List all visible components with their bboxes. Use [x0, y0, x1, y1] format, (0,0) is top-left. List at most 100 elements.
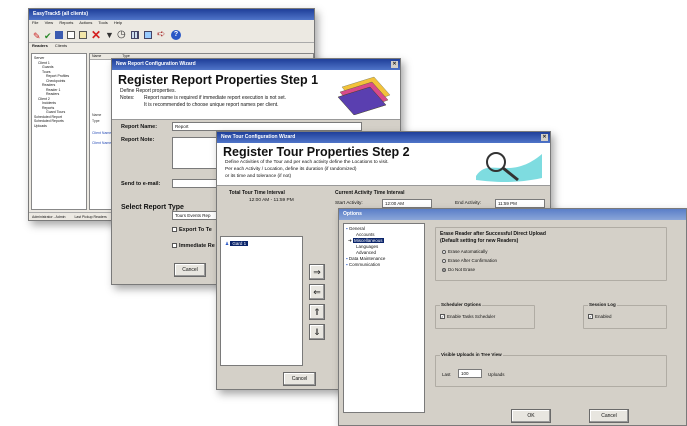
- radio-circle[interactable]: [442, 258, 446, 263]
- erase-subtitle: (Default setting for new Readers): [440, 238, 519, 244]
- label-client: Client Name: [92, 141, 112, 145]
- immediate-checkbox[interactable]: Immediate Re: [172, 243, 215, 249]
- main-toolbar: ✎ ✔ ✕ ▼ ◷ ➪ ?: [29, 27, 314, 43]
- close-icon[interactable]: ✕: [391, 61, 398, 68]
- main-menu-bar: File View Reports Actions Tools Help: [29, 20, 314, 27]
- arrow-icon[interactable]: ➪: [157, 29, 165, 40]
- report-name-input[interactable]: Report: [172, 122, 362, 131]
- last-label: Last: [442, 372, 451, 377]
- export-checkbox[interactable]: Export To Te: [172, 227, 212, 233]
- move-right-button[interactable]: ⇒: [309, 264, 325, 280]
- folder-icon: ▪: [346, 256, 348, 261]
- edit-icon[interactable]: ✔: [44, 31, 52, 42]
- wizard2-heading: Register Tour Properties Step 2: [223, 145, 410, 159]
- current-interval-label: Current Activity Time Interval: [335, 190, 405, 196]
- main-tabs: Readers Clients: [29, 43, 314, 51]
- start-activity-input[interactable]: 12:00 AM: [382, 199, 432, 208]
- send-email-label: Send to e-mail:: [121, 181, 161, 187]
- tree-item[interactable]: Uploads: [34, 124, 84, 129]
- wizard1-header: Register Report Properties Step 1 Define…: [112, 70, 400, 120]
- export-check-box[interactable]: [172, 227, 177, 233]
- wizard2-desc2: Per each Activity / Location, define its…: [225, 167, 357, 172]
- options-title-bar: Options: [339, 209, 686, 220]
- visible-uploads-group: Visible Uploads in Tree View Last 100 Up…: [435, 352, 667, 387]
- delete-icon[interactable]: ✕: [91, 28, 101, 42]
- send-email-input[interactable]: [172, 179, 222, 188]
- arrow-up-icon: ⇑: [313, 307, 321, 317]
- label-type: Type: [92, 119, 100, 123]
- window-icon[interactable]: [144, 31, 152, 39]
- radio-circle[interactable]: [442, 249, 446, 254]
- uploads-label: Uploads: [488, 372, 505, 377]
- close-icon[interactable]: ✕: [541, 134, 548, 141]
- wizard1-cancel-button[interactable]: Cancel: [174, 263, 206, 277]
- check-box[interactable]: ✓: [440, 314, 445, 320]
- clock-icon[interactable]: ◷: [117, 29, 126, 40]
- options-cancel-button[interactable]: Cancel: [589, 409, 629, 423]
- scheduler-checkbox[interactable]: ✓ Enable Tasks Scheduler: [440, 314, 496, 320]
- move-down-button[interactable]: ⇓: [309, 324, 325, 340]
- scheduler-label: Enable Tasks Scheduler: [447, 314, 496, 319]
- tab-clients[interactable]: Clients: [55, 43, 67, 48]
- activity-list[interactable]: ♟ Gard 1: [220, 236, 303, 366]
- folders-icon: [337, 76, 391, 115]
- options-title: Options: [343, 211, 362, 217]
- copy-icon[interactable]: [67, 31, 75, 39]
- radio-erase-auto[interactable]: Erase Automatically: [442, 249, 488, 254]
- help-icon[interactable]: ?: [171, 30, 181, 40]
- uploads-count-input[interactable]: 100: [458, 369, 482, 378]
- report-type-select[interactable]: Tours Events Rep: [172, 211, 222, 220]
- options-tree: ▪ General Accounts ➔ Miscellaneous Langu…: [343, 223, 425, 413]
- check-box[interactable]: ✓: [588, 314, 593, 320]
- ok-button[interactable]: OK: [511, 409, 551, 423]
- grid-icon[interactable]: [131, 31, 139, 39]
- immediate-check-box[interactable]: [172, 243, 177, 249]
- wizard1-title-bar: New Report Configuration Wizard ✕: [112, 59, 400, 70]
- new-icon[interactable]: ✎: [33, 31, 41, 42]
- wizard1-define: Define Report properties.: [120, 88, 176, 94]
- move-up-button[interactable]: ⇑: [309, 304, 325, 320]
- main-title: EasyTrack5 (all clients): [33, 11, 89, 17]
- wizard1-note1: Report name is required if immediate rep…: [144, 95, 287, 101]
- folder-icon: ▪: [346, 226, 348, 231]
- radio-label: Do Not Erase: [448, 267, 476, 272]
- end-activity-input[interactable]: 11:59 PM: [495, 199, 545, 208]
- wizard1-note2: It is recommended to choose unique repor…: [144, 102, 279, 108]
- move-left-button[interactable]: ⇐: [309, 284, 325, 300]
- wizard1-title: New Report Configuration Wizard: [116, 61, 196, 67]
- radio-circle-selected[interactable]: [442, 267, 446, 272]
- radio-label: Erase After Confirmation: [448, 258, 498, 263]
- tree-panel: Server Client 1 Guards Tours Report Prof…: [31, 53, 87, 210]
- report-note-input[interactable]: [172, 137, 222, 169]
- person-icon: ♟: [225, 241, 230, 246]
- wizard2-title-bar: New Tour Configuration Wizard ✕: [217, 132, 550, 143]
- wizard2-desc3: or its time and tolerance (if not): [225, 174, 292, 179]
- erase-reader-group: Erase Reader after Successful Direct Upl…: [435, 227, 667, 281]
- save-icon[interactable]: [55, 31, 63, 39]
- tab-readers[interactable]: Readers: [32, 43, 48, 48]
- status-pickup: Last Pickup Readers: [74, 215, 107, 219]
- wizard1-notes-label: Notes:: [120, 95, 135, 101]
- list-item-label: Gard 1: [230, 241, 249, 246]
- session-checkbox[interactable]: ✓ Enabled: [588, 314, 612, 320]
- wizard2-header: Register Tour Properties Step 2 Define A…: [217, 143, 550, 186]
- wizard2-cancel-button[interactable]: Cancel: [283, 372, 316, 386]
- radio-do-not-erase[interactable]: Do Not Erase: [442, 267, 475, 272]
- tree-communication[interactable]: ▪ Communication: [346, 262, 422, 268]
- immediate-label: Immediate Re: [179, 243, 215, 249]
- radio-erase-confirm[interactable]: Erase After Confirmation: [442, 258, 497, 263]
- menu-reports[interactable]: Reports: [59, 20, 73, 25]
- menu-actions[interactable]: Actions: [79, 20, 92, 25]
- paste-icon[interactable]: [79, 31, 87, 39]
- report-name-label: Report Name:: [121, 124, 158, 130]
- filter-icon[interactable]: ▼: [105, 30, 114, 40]
- menu-help[interactable]: Help: [114, 20, 122, 25]
- end-activity-label: End Activity:: [455, 201, 482, 206]
- menu-tools[interactable]: Tools: [98, 20, 107, 25]
- list-item[interactable]: ♟ Gard 1: [225, 241, 302, 247]
- menu-file[interactable]: File: [32, 20, 38, 25]
- menu-view[interactable]: View: [45, 20, 54, 25]
- arrow-right-icon: ⇒: [313, 267, 321, 277]
- folder-icon: ▪: [346, 262, 348, 267]
- col-name-header[interactable]: Name: [92, 54, 101, 58]
